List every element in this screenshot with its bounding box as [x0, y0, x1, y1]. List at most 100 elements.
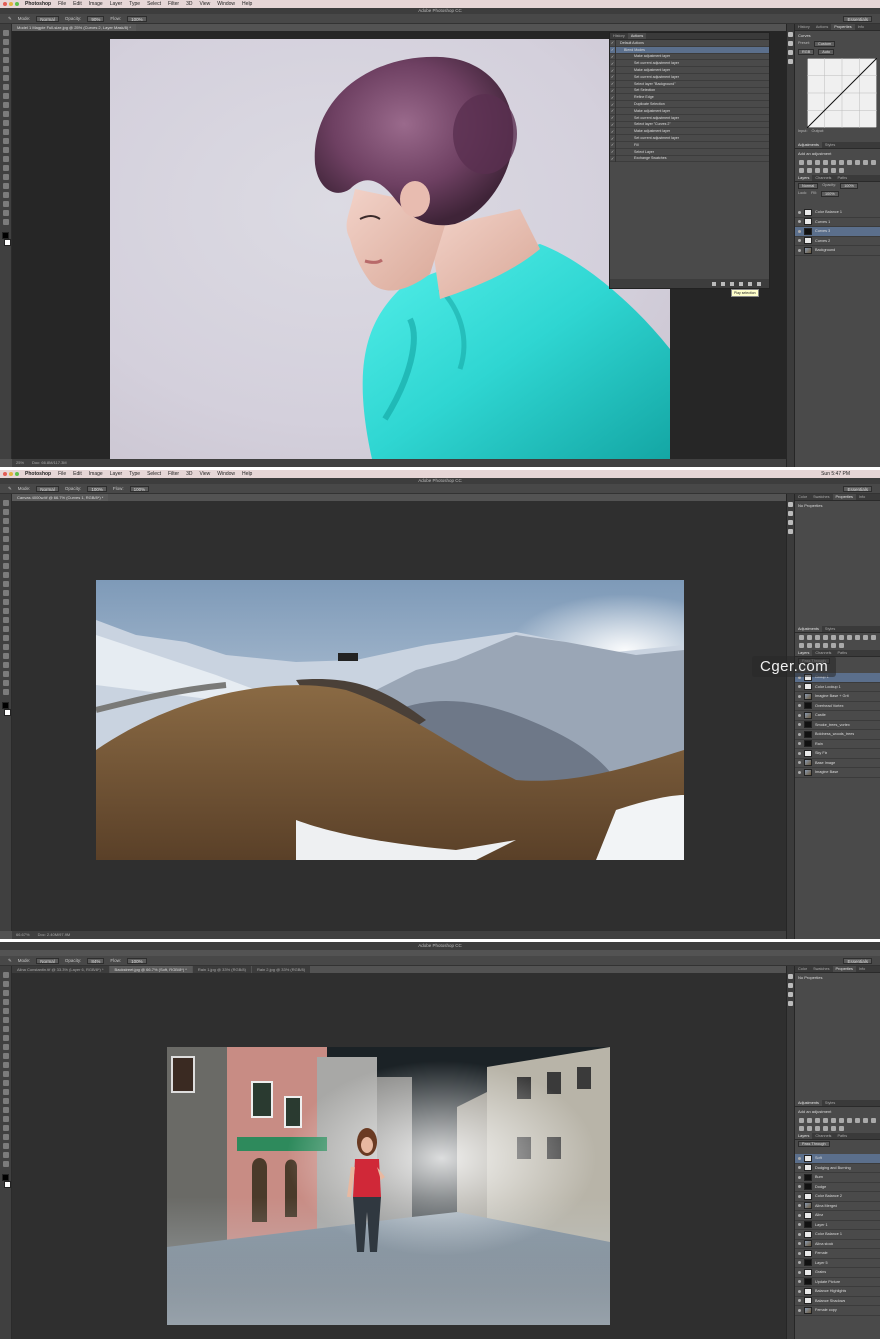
foreground-color-swatch[interactable] [2, 702, 9, 709]
tab-paths[interactable]: Paths [834, 1133, 850, 1139]
tool-icon[interactable] [2, 671, 9, 677]
tool-icon[interactable] [2, 1089, 9, 1095]
menu-item-layer[interactable]: Layer [110, 1, 123, 7]
layer-row[interactable]: Balance Shadows [795, 1297, 880, 1306]
tool-icon[interactable] [2, 509, 9, 515]
opacity-field[interactable]: 84% [87, 957, 105, 964]
menu-item-layer[interactable]: Layer [110, 471, 123, 477]
tool-icon[interactable] [2, 147, 9, 153]
tool-icon[interactable] [2, 39, 9, 45]
tool-icon[interactable] [2, 1125, 9, 1131]
visibility-eye-icon[interactable] [798, 742, 801, 746]
adjustment-icon[interactable] [831, 168, 836, 173]
menu-item-view[interactable]: View [200, 471, 211, 477]
tab-styles[interactable]: Styles [822, 626, 838, 632]
menu-item-edit[interactable]: Edit [73, 471, 82, 477]
panel-toggle-icon[interactable] [788, 983, 793, 988]
tool-icon[interactable] [2, 1035, 9, 1041]
adjustment-icon[interactable] [831, 160, 836, 165]
adjustment-icon[interactable] [855, 1118, 860, 1123]
tool-icon[interactable] [2, 57, 9, 63]
backstreet-canvas[interactable] [167, 1047, 610, 1325]
menu-item-image[interactable]: Image [89, 471, 103, 477]
tab-styles[interactable]: Styles [822, 142, 838, 148]
visibility-eye-icon[interactable] [798, 723, 801, 727]
layer-row[interactable]: Curves 2 [795, 237, 880, 246]
adjustment-icon[interactable] [815, 635, 820, 640]
panel-toggle-icon[interactable] [788, 974, 793, 979]
layer-row[interactable]: Color Balance 1 [795, 208, 880, 218]
action-row[interactable]: Duplicate Selection [610, 100, 769, 108]
tool-icon[interactable] [2, 599, 9, 605]
tab-info[interactable]: Info [856, 494, 868, 500]
document-tab[interactable]: Rain 1.jpg @ 33% (RGB/8) [192, 966, 251, 973]
layer-row[interactable]: Female [795, 1249, 880, 1259]
tool-icon[interactable] [2, 500, 9, 506]
adjustment-icon[interactable] [799, 1118, 804, 1123]
adjustment-icon[interactable] [855, 160, 860, 165]
workspace-select[interactable]: Essentials [843, 486, 872, 492]
visibility-eye-icon[interactable] [798, 1251, 801, 1255]
action-row[interactable]: Set current adjustment layer [610, 59, 769, 68]
visibility-eye-icon[interactable] [798, 1223, 801, 1227]
mode-select[interactable]: Normal [36, 957, 59, 964]
layer-row[interactable]: Balance Highlights [795, 1287, 880, 1297]
menu-app-name[interactable]: Photoshop [25, 471, 51, 477]
layer-row[interactable]: Curves 3 [795, 227, 880, 237]
visibility-eye-icon[interactable] [798, 770, 801, 774]
layer-row[interactable]: Alina Merged [795, 1202, 880, 1211]
flow-field[interactable]: 100% [129, 485, 150, 492]
background-color-swatch[interactable] [4, 1181, 11, 1188]
visibility-eye-icon[interactable] [798, 1175, 801, 1179]
layer-row[interactable]: Color Balance 1 [795, 1230, 880, 1240]
tool-icon[interactable] [2, 192, 9, 198]
tool-icon[interactable] [2, 1116, 9, 1122]
tool-icon[interactable] [2, 617, 9, 623]
layer-row[interactable]: Burn [795, 1173, 880, 1183]
adjustment-icon[interactable] [799, 160, 804, 165]
fill-field[interactable]: 100% [820, 191, 839, 197]
visibility-eye-icon[interactable] [798, 1308, 801, 1312]
tab-properties[interactable]: Properties [831, 24, 855, 30]
adjustment-icon[interactable] [847, 160, 852, 165]
tool-icon[interactable] [2, 999, 9, 1005]
menu-item-help[interactable]: Help [242, 471, 252, 477]
panel-toggle-icon[interactable] [788, 511, 793, 516]
tab-properties[interactable]: Properties [832, 966, 856, 972]
visibility-eye-icon[interactable] [798, 685, 801, 689]
tool-icon[interactable] [2, 156, 9, 162]
layer-row[interactable]: Castle [795, 711, 880, 721]
action-row[interactable]: Set current adjustment layer [610, 134, 769, 142]
opacity-field[interactable]: 100% [87, 485, 107, 492]
document-tab[interactable]: Model 1 Magpie Full-size.jpg @ 25% (Curv… [12, 24, 136, 31]
tab-channels[interactable]: Channels [812, 175, 834, 181]
tab-actions[interactable]: Actions [813, 24, 831, 30]
close-window-icon[interactable] [3, 472, 7, 476]
action-row[interactable]: Blend Modes [610, 46, 769, 54]
visibility-eye-icon[interactable] [798, 704, 801, 708]
menu-item-window[interactable]: Window [217, 471, 235, 477]
portrait-canvas[interactable] [110, 39, 670, 459]
adjustment-icon[interactable] [823, 643, 828, 648]
tool-icon[interactable] [2, 563, 9, 569]
panel-toggle-icon[interactable] [788, 32, 793, 37]
layer-row[interactable]: Color Lookup 1 [795, 683, 880, 692]
tool-icon[interactable] [2, 93, 9, 99]
curves-graph[interactable] [807, 58, 877, 128]
action-row[interactable]: Select Layer [610, 148, 769, 156]
menu-item-filter[interactable]: Filter [168, 1, 179, 7]
new-set-icon[interactable] [739, 281, 743, 286]
action-row[interactable]: Make adjustment layer [610, 66, 769, 74]
layer-row[interactable]: Overhead Vortex [795, 702, 880, 711]
adjustment-icon[interactable] [831, 635, 836, 640]
adjustment-icon[interactable] [831, 1118, 836, 1123]
menu-item-edit[interactable]: Edit [73, 1, 82, 7]
tool-icon[interactable] [2, 1143, 9, 1149]
visibility-eye-icon[interactable] [798, 1232, 801, 1236]
panel-toggle-icon[interactable] [788, 1001, 793, 1006]
document-tab[interactable]: Rain 2.jpg @ 33% (RGB/8) [251, 966, 311, 973]
action-row[interactable]: Set current adjustment layer [610, 73, 769, 81]
tool-icon[interactable] [2, 1026, 9, 1032]
tool-icon[interactable] [2, 1008, 9, 1014]
tab-layers[interactable]: Layers [795, 1133, 813, 1139]
